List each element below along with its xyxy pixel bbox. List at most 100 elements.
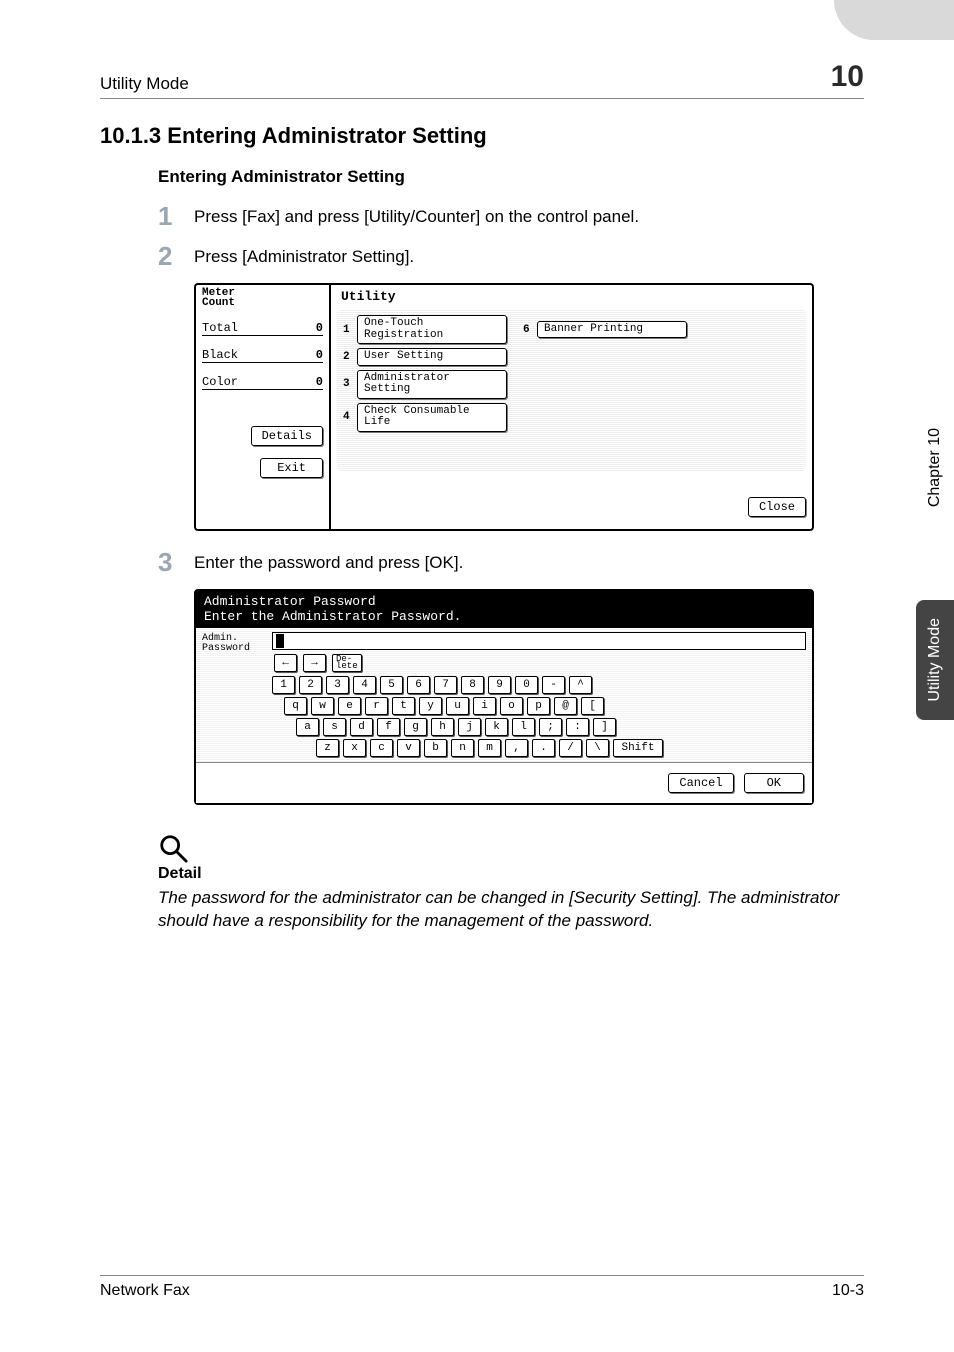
exit-button[interactable]: Exit xyxy=(260,458,323,478)
utility-item-2[interactable]: 2 User Setting xyxy=(343,348,507,366)
key[interactable]: o xyxy=(500,697,523,715)
meter-label-b: Count xyxy=(202,299,323,309)
key[interactable]: t xyxy=(392,697,415,715)
key[interactable]: n xyxy=(451,739,474,757)
kbd-row-3: a s d f g h j k l ; : ] xyxy=(296,718,806,736)
key[interactable]: v xyxy=(397,739,420,757)
utility-title: Utility xyxy=(337,287,806,306)
key[interactable]: 2 xyxy=(299,676,322,694)
key[interactable]: l xyxy=(512,718,535,736)
text-cursor xyxy=(276,634,284,648)
key[interactable]: p xyxy=(527,697,550,715)
password-field-label: Admin. Password xyxy=(202,632,272,760)
key[interactable]: : xyxy=(566,718,589,736)
key[interactable]: u xyxy=(446,697,469,715)
password-input[interactable] xyxy=(272,632,806,650)
side-tab-mode: Utility Mode xyxy=(916,600,954,720)
key[interactable]: b xyxy=(424,739,447,757)
step-3: 3 Enter the password and press [OK]. xyxy=(158,549,864,575)
utility-item-6-num: 6 xyxy=(523,324,537,336)
utility-item-6[interactable]: 6 Banner Printing xyxy=(523,315,687,344)
shift-key[interactable]: Shift xyxy=(613,739,663,757)
utility-item-3-label: Administrator Setting xyxy=(357,370,507,399)
details-button[interactable]: Details xyxy=(251,426,323,446)
key[interactable]: , xyxy=(505,739,528,757)
utility-item-1[interactable]: 1 One-Touch Registration xyxy=(343,315,507,344)
key[interactable]: y xyxy=(419,697,442,715)
step-2: 2 Press [Administrator Setting]. xyxy=(158,243,864,269)
key[interactable]: / xyxy=(559,739,582,757)
key[interactable]: 4 xyxy=(353,676,376,694)
key[interactable]: 7 xyxy=(434,676,457,694)
key[interactable]: . xyxy=(532,739,555,757)
key[interactable]: 5 xyxy=(380,676,403,694)
key[interactable]: h xyxy=(431,718,454,736)
key[interactable]: i xyxy=(473,697,496,715)
side-tab-mode-label: Utility Mode xyxy=(926,618,944,702)
key[interactable]: @ xyxy=(554,697,577,715)
password-panel: Administrator Password Enter the Adminis… xyxy=(194,589,814,805)
meter-row-total: Total 0 xyxy=(202,312,323,336)
key[interactable]: - xyxy=(542,676,565,694)
key[interactable]: w xyxy=(311,697,334,715)
key[interactable]: d xyxy=(350,718,373,736)
close-button[interactable]: Close xyxy=(748,497,806,517)
arrow-right-key[interactable]: → xyxy=(303,654,326,672)
side-tab-chapter-label: Chapter 10 xyxy=(926,428,944,507)
key[interactable]: 1 xyxy=(272,676,295,694)
key[interactable]: ^ xyxy=(569,676,592,694)
key[interactable]: ] xyxy=(593,718,616,736)
utility-menu-area: 1 One-Touch Registration 6 Banner Printi… xyxy=(337,310,806,471)
password-title: Administrator Password Enter the Adminis… xyxy=(196,591,812,628)
key[interactable]: 0 xyxy=(515,676,538,694)
kbd-row-4: z x c v b n m , . / \ Shift xyxy=(316,739,806,757)
footer-right: 10-3 xyxy=(832,1282,864,1300)
key[interactable]: r xyxy=(365,697,388,715)
cancel-button[interactable]: Cancel xyxy=(668,773,733,793)
key[interactable]: m xyxy=(478,739,501,757)
utility-item-1-num: 1 xyxy=(343,324,357,336)
key[interactable]: x xyxy=(343,739,366,757)
detail-heading: Detail xyxy=(158,865,864,883)
step-1-text: Press [Fax] and press [Utility/Counter] … xyxy=(194,203,639,227)
utility-item-6-label: Banner Printing xyxy=(537,321,687,339)
key[interactable]: e xyxy=(338,697,361,715)
step-1-number: 1 xyxy=(158,203,194,229)
key[interactable]: 6 xyxy=(407,676,430,694)
arrow-left-key[interactable]: ← xyxy=(274,654,297,672)
side-tab-chapter: Chapter 10 xyxy=(916,410,954,530)
key[interactable]: c xyxy=(370,739,393,757)
key[interactable]: q xyxy=(284,697,307,715)
meter-total-label: Total xyxy=(202,321,238,335)
kbd-row-2: q w e r t y u i o p @ [ xyxy=(284,697,806,715)
key[interactable]: 8 xyxy=(461,676,484,694)
key[interactable]: j xyxy=(458,718,481,736)
key[interactable]: g xyxy=(404,718,427,736)
utility-item-4-label: Check Consumable Life xyxy=(357,403,507,432)
key[interactable]: s xyxy=(323,718,346,736)
page-header: Utility Mode 10 xyxy=(100,60,864,94)
utility-item-4[interactable]: 4 Check Consumable Life xyxy=(343,403,507,432)
key[interactable]: k xyxy=(485,718,508,736)
detail-body: The password for the administrator can b… xyxy=(158,887,864,933)
breadcrumb: Utility Mode xyxy=(100,74,189,94)
key[interactable]: \ xyxy=(586,739,609,757)
delete-key[interactable]: De- lete xyxy=(332,654,362,672)
chapter-number: 10 xyxy=(831,60,864,94)
key[interactable]: f xyxy=(377,718,400,736)
key[interactable]: 3 xyxy=(326,676,349,694)
key[interactable]: ; xyxy=(539,718,562,736)
meter-row-black: Black 0 xyxy=(202,339,323,363)
key[interactable]: [ xyxy=(581,697,604,715)
step-3-number: 3 xyxy=(158,549,194,575)
page-footer: Network Fax 10-3 xyxy=(100,1275,864,1300)
key[interactable]: z xyxy=(316,739,339,757)
utility-item-3[interactable]: 3 Administrator Setting xyxy=(343,370,507,399)
utility-item-1-label: One-Touch Registration xyxy=(357,315,507,344)
utility-panel-right: Utility 1 One-Touch Registration 6 Banne… xyxy=(331,285,812,529)
key[interactable]: a xyxy=(296,718,319,736)
key[interactable]: 9 xyxy=(488,676,511,694)
utility-item-3-num: 3 xyxy=(343,378,357,390)
meter-black-value: 0 xyxy=(316,348,323,362)
ok-button[interactable]: OK xyxy=(744,773,804,793)
